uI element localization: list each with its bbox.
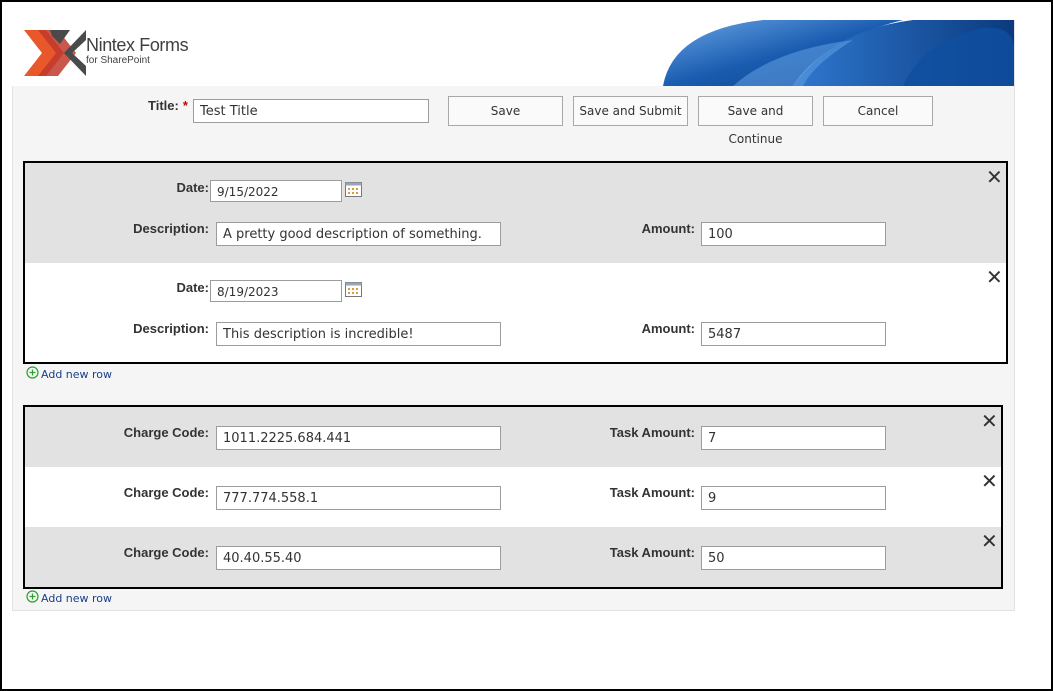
close-icon[interactable]: ✕ <box>981 411 998 431</box>
task-amount-input[interactable]: 9 <box>701 486 886 510</box>
expense-row: Date: 9/15/2022 Description: A pretty go… <box>25 163 1006 263</box>
amount-label: Amount: <box>641 321 695 336</box>
charge-row: Charge Code: 40.40.55.40 Task Amount: 50… <box>25 527 1001 587</box>
logo-wordmark: Nintex Forms for SharePoint <box>86 35 189 66</box>
expense-row: Date: 8/19/2023 Description: This descri… <box>25 263 1006 362</box>
add-new-row-label: Add new row <box>41 592 113 605</box>
close-icon[interactable]: ✕ <box>981 531 998 551</box>
charge-row: Charge Code: 777.774.558.1 Task Amount: … <box>25 467 1001 527</box>
add-new-row-link[interactable]: Add new row <box>26 590 113 605</box>
date-label: Date: <box>176 180 209 195</box>
description-label: Description: <box>133 221 209 236</box>
description-input[interactable]: This description is incredible! <box>216 322 501 346</box>
save-and-submit-button[interactable]: Save and Submit <box>573 96 688 126</box>
plus-circle-icon <box>26 590 39 603</box>
calendar-icon[interactable] <box>345 182 362 197</box>
date-input[interactable]: 8/19/2023 <box>210 280 342 302</box>
task-amount-input[interactable]: 50 <box>701 546 886 570</box>
date-label: Date: <box>176 280 209 295</box>
title-label: Title: * <box>148 98 188 113</box>
title-input[interactable]: Test Title <box>193 99 429 123</box>
add-new-row-link[interactable]: Add new row <box>26 366 113 381</box>
amount-label: Amount: <box>641 221 695 236</box>
task-amount-label: Task Amount: <box>609 425 695 440</box>
charge-row: Charge Code: 1011.2225.684.441 Task Amou… <box>25 407 1001 467</box>
plus-circle-icon <box>26 366 39 379</box>
logo-subtitle: for SharePoint <box>86 55 150 66</box>
amount-input[interactable]: 5487 <box>701 322 886 346</box>
task-amount-label: Task Amount: <box>609 485 695 500</box>
amount-input[interactable]: 100 <box>701 222 886 246</box>
task-amount-label: Task Amount: <box>609 545 695 560</box>
expenses-repeating-section: Date: 9/15/2022 Description: A pretty go… <box>23 161 1008 364</box>
close-icon[interactable]: ✕ <box>986 167 1003 187</box>
cancel-button[interactable]: Cancel <box>823 96 933 126</box>
close-icon[interactable]: ✕ <box>981 471 998 491</box>
save-button[interactable]: Save <box>448 96 563 126</box>
charge-codes-repeating-section: Charge Code: 1011.2225.684.441 Task Amou… <box>23 405 1003 589</box>
save-and-continue-button[interactable]: Save and Continue <box>698 96 813 146</box>
charge-code-label: Charge Code: <box>123 425 209 440</box>
required-marker: * <box>182 98 188 113</box>
charge-code-label: Charge Code: <box>123 545 209 560</box>
nintex-logo-icon <box>24 30 86 76</box>
task-amount-input[interactable]: 7 <box>701 426 886 450</box>
calendar-icon[interactable] <box>345 282 362 297</box>
form-header: Nintex Forms for SharePoint <box>12 20 1014 86</box>
description-label: Description: <box>133 321 209 336</box>
header-banner <box>653 20 1014 86</box>
charge-code-label: Charge Code: <box>123 485 209 500</box>
charge-code-input[interactable]: 1011.2225.684.441 <box>216 426 501 450</box>
logo-title: Nintex Forms <box>86 35 189 55</box>
date-input[interactable]: 9/15/2022 <box>210 180 342 202</box>
charge-code-input[interactable]: 40.40.55.40 <box>216 546 501 570</box>
close-icon[interactable]: ✕ <box>986 267 1003 287</box>
add-new-row-label: Add new row <box>41 368 113 381</box>
description-input[interactable]: A pretty good description of something. <box>216 222 501 246</box>
charge-code-input[interactable]: 777.774.558.1 <box>216 486 501 510</box>
